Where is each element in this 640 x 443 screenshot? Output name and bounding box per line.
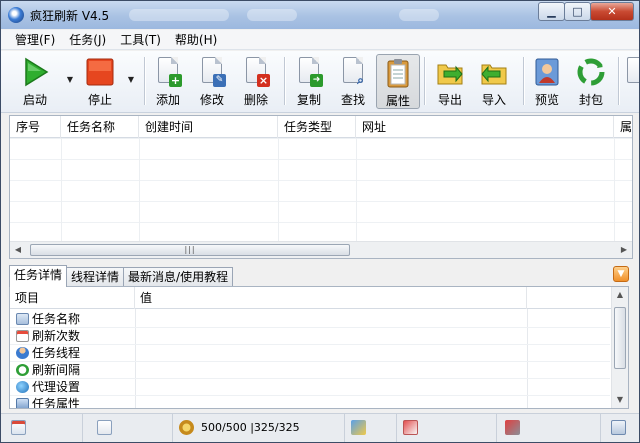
globe-icon	[8, 7, 24, 23]
column-header[interactable]: 序号	[10, 116, 61, 138]
import-button[interactable]: 导入	[473, 54, 515, 109]
preview-button[interactable]: 预览	[526, 54, 568, 109]
add-document-icon: +	[154, 57, 182, 87]
blurred-text	[129, 9, 229, 21]
edit-document-icon: ✎	[198, 57, 226, 87]
checklist-icon	[16, 329, 29, 342]
detail-table-header: 项目 值	[10, 287, 628, 309]
toolbar-separator	[144, 57, 145, 105]
window-icon	[16, 397, 29, 408]
column-header[interactable]: 任务名称	[61, 116, 139, 138]
search-document-icon: ⌕	[339, 57, 367, 87]
list-item[interactable]: 代理设置	[10, 379, 610, 396]
calendar-icon	[11, 420, 26, 435]
user-icon	[16, 346, 29, 359]
window-title: 疯狂刷新 V4.5	[30, 8, 110, 23]
task-table-rows	[10, 138, 632, 243]
horizontal-scrollbar[interactable]: ◀ ||| ▶	[10, 241, 632, 258]
clock-icon	[16, 363, 29, 376]
monitor-icon	[611, 420, 626, 435]
export-folder-icon	[436, 57, 464, 87]
scroll-down-icon[interactable]: ▼	[613, 392, 627, 408]
status-bar: 500/500 |325/325	[1, 413, 639, 442]
scroll-thumb[interactable]: |||	[30, 244, 350, 256]
column-header[interactable]: 任务类型	[278, 116, 356, 138]
list-item[interactable]: 任务名称	[10, 311, 610, 328]
scroll-up-icon[interactable]: ▲	[613, 287, 627, 303]
list-item[interactable]: 任务属性	[10, 396, 610, 408]
close-button[interactable]: ✕	[590, 2, 634, 21]
collapse-icon[interactable]: ▼	[613, 266, 629, 282]
pin-icon	[505, 420, 520, 435]
globe-icon	[16, 380, 29, 393]
stop-button[interactable]: 停止	[79, 54, 121, 109]
task-table-header: 序号 任务名称 创建时间 任务类型 网址 属	[10, 116, 632, 138]
stop-dropdown-arrow[interactable]: ▼	[126, 75, 136, 85]
column-header	[527, 287, 611, 309]
stop-icon	[86, 57, 114, 87]
column-header[interactable]: 项目	[10, 287, 135, 309]
delete-document-icon: ×	[242, 57, 270, 87]
menu-manage[interactable]: 管理(F)	[1, 31, 62, 48]
copy-document-icon: ➜	[295, 57, 323, 87]
maximize-button[interactable]: □	[564, 2, 591, 21]
scroll-right-icon[interactable]: ▶	[616, 243, 632, 257]
toolbar-separator	[424, 57, 425, 105]
play-icon	[21, 57, 49, 87]
more-button[interactable]	[623, 54, 639, 109]
find-button[interactable]: ⌕ 查找	[332, 54, 374, 109]
list-item[interactable]: 任务线程	[10, 345, 610, 362]
window-controls: ▁ □ ✕	[538, 2, 634, 21]
column-header[interactable]: 属	[614, 116, 632, 138]
vertical-scrollbar[interactable]: ▲ ▼	[611, 287, 628, 408]
menu-bar: 管理(F) 任务(J) 工具(T) 帮助(H)	[1, 30, 639, 50]
start-button[interactable]: 启动	[14, 54, 56, 109]
task-table[interactable]: 序号 任务名称 创建时间 任务类型 网址 属 ◀ ||| ▶	[9, 115, 633, 259]
status-counts: 500/500 |325/325	[201, 421, 300, 434]
menu-task[interactable]: 任务(J)	[62, 31, 113, 48]
user-preview-icon	[533, 57, 561, 87]
main-window: 疯狂刷新 V4.5 ▁ □ ✕ 管理(F) 任务(J) 工具(T) 帮助(H) …	[0, 0, 640, 443]
toolbar-separator	[618, 57, 619, 105]
menu-tools[interactable]: 工具(T)	[113, 31, 168, 48]
copy-button[interactable]: ➜ 复制	[288, 54, 330, 109]
id-card-icon	[16, 312, 29, 325]
scroll-thumb[interactable]	[614, 307, 626, 369]
tab-thread-details[interactable]: 线程详情	[66, 267, 125, 287]
seal-button[interactable]: 封包	[570, 54, 612, 109]
document-icon	[625, 57, 639, 87]
clipboard-icon	[384, 58, 412, 88]
tab-task-details[interactable]: 任务详情	[9, 265, 68, 287]
toolbar-separator	[523, 57, 524, 105]
blurred-text	[399, 9, 439, 21]
properties-button[interactable]: 属性	[376, 54, 420, 109]
export-button[interactable]: 导出	[429, 54, 471, 109]
column-header[interactable]: 值	[135, 287, 527, 309]
import-folder-icon	[480, 57, 508, 87]
task-detail-table[interactable]: 项目 值 任务名称 刷新次数 任务线程 刷新间隔 代理设置 任务属性 ▲ ▼	[9, 286, 629, 409]
add-button[interactable]: + 添加	[147, 54, 189, 109]
toolbar: 启动 ▼ 停止 ▼ + 添加 ✎ 修改 × 删除 ➜ 复制 ⌕ 查找 属性 导出…	[1, 51, 639, 113]
list-item[interactable]: 刷新次数	[10, 328, 610, 345]
toolbar-separator	[284, 57, 285, 105]
minimize-button[interactable]: ▁	[538, 2, 565, 21]
gear-icon	[179, 420, 194, 435]
title-bar[interactable]: 疯狂刷新 V4.5 ▁ □ ✕	[1, 1, 639, 29]
edit-button[interactable]: ✎ 修改	[191, 54, 233, 109]
delete-button[interactable]: × 删除	[235, 54, 277, 109]
start-dropdown-arrow[interactable]: ▼	[65, 75, 75, 85]
clipboard-icon	[97, 420, 112, 435]
eraser-icon	[403, 420, 418, 435]
scroll-left-icon[interactable]: ◀	[10, 243, 26, 257]
detail-tabs: 任务详情 线程详情 最新消息/使用教程	[9, 265, 234, 287]
list-item[interactable]: 刷新间隔	[10, 362, 610, 379]
tab-news-tutorial[interactable]: 最新消息/使用教程	[123, 267, 234, 287]
blurred-text	[247, 9, 297, 21]
menu-help[interactable]: 帮助(H)	[168, 31, 224, 48]
column-header[interactable]: 创建时间	[139, 116, 278, 138]
lightning-icon	[351, 420, 366, 435]
recycle-icon	[577, 57, 605, 87]
column-header[interactable]: 网址	[356, 116, 614, 138]
